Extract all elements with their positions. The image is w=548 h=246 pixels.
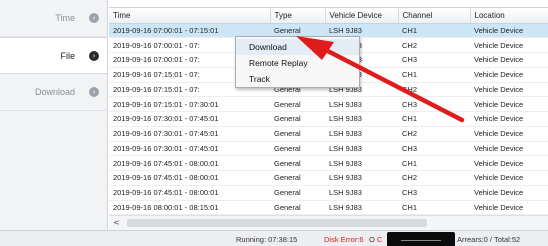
cell-time: 2019-09-16 08:00:01 - 08:15:01 (109, 200, 270, 215)
cell-location: Vehicle Device (470, 111, 548, 127)
cell-type: General (270, 96, 325, 112)
cell-location: Vehicle Device (470, 185, 548, 201)
table-row[interactable]: 2019-09-16 07:15:01 - 07:30:01 General LSH… (109, 96, 548, 112)
cell-type: General (270, 185, 325, 201)
menu-item-track[interactable]: Track (236, 71, 359, 87)
cell-channel: CH2 (398, 82, 470, 98)
table-row[interactable]: 2019-09-16 07:45:01 - 08:00:01 General LSH… (109, 155, 548, 171)
cell-time: 2019-09-16 07:15:01 - 07:30:01 (109, 96, 270, 112)
table-row[interactable]: 2019-09-16 07:45:01 - 08:00:01 General LSH… (109, 185, 548, 201)
cell-type: General (270, 155, 325, 171)
status-bar: Running: 07:38:15 Disk Error:6 O C Arrea… (0, 230, 548, 246)
table-row[interactable]: 2019-09-16 07:30:01 - 07:45:01 General LSH… (109, 141, 548, 157)
status-arrears-total: Arrears:0 / Total:52 (457, 235, 521, 244)
sidebar-item-label: Time (55, 13, 75, 23)
cell-location: Vehicle Device (470, 82, 548, 98)
cell-vehicle-device: LSH 9J83 (325, 96, 398, 112)
column-header-vehicle-device[interactable]: Vehicle Device (325, 8, 399, 24)
table-row[interactable]: 2019-09-16 07:30:01 - 07:45:01 General LSH… (109, 126, 548, 142)
sidebar-item-time[interactable]: Time › (0, 0, 107, 37)
cell-vehicle-device: LSH 9J83 (325, 126, 398, 142)
status-o-label: O (369, 235, 375, 244)
scrollbar-thumb[interactable] (127, 219, 427, 227)
chevron-right-circle-icon: › (89, 50, 99, 61)
cell-channel: CH1 (398, 200, 470, 215)
status-indicator-box (387, 232, 455, 246)
column-header-time[interactable]: Time (109, 8, 271, 24)
cell-location: Vehicle Device (470, 155, 548, 171)
cell-location: Vehicle Device (470, 37, 548, 53)
table-row[interactable]: 2019-09-16 08:00:01 - 08:15:01 General LSH… (109, 200, 548, 215)
sidebar-item-download[interactable]: Download › (0, 74, 107, 111)
cell-vehicle-device: LSH 9J83 (325, 141, 398, 157)
table-row[interactable]: 2019-09-16 07:30:01 - 07:45:01 General LSH… (109, 111, 548, 127)
cell-location: Vehicle Device (470, 200, 548, 215)
cell-type: General (270, 126, 325, 142)
table-row[interactable]: 2019-09-16 07:45:01 - 08:00:01 General LSH… (109, 170, 548, 186)
cell-vehicle-device: LSH 9J83 (325, 111, 398, 127)
cell-type: General (270, 111, 325, 127)
cell-time: 2019-09-16 07:45:01 - 08:00:01 (109, 155, 270, 171)
column-header-location[interactable]: Location (470, 8, 548, 24)
cell-type: General (270, 170, 325, 186)
cell-type: General (270, 141, 325, 157)
cell-vehicle-device: LSH 9J83 (325, 170, 398, 186)
cell-channel: CH3 (398, 52, 470, 68)
column-header-channel[interactable]: Channel (398, 8, 471, 24)
sidebar-item-file[interactable]: File › (0, 37, 107, 74)
cell-vehicle-device: LSH 9J83 (325, 200, 398, 215)
chevron-right-circle-icon: › (89, 13, 99, 23)
cell-vehicle-device: LSH 9J83 (325, 155, 398, 171)
cell-type: General (270, 200, 325, 215)
cell-location: Vehicle Device (470, 141, 548, 157)
chevron-right-circle-icon: › (89, 87, 99, 97)
cell-time: 2019-09-16 07:30:01 - 07:45:01 (109, 141, 270, 157)
scroll-left-arrow-icon[interactable]: < (113, 216, 123, 230)
cell-channel: CH3 (398, 185, 470, 201)
status-running-time: Running: 07:38:15 (236, 235, 298, 244)
cell-channel: CH1 (398, 67, 470, 83)
context-menu: Download Remote Replay Track (235, 36, 360, 88)
cell-channel: CH2 (398, 170, 470, 186)
menu-item-remote-replay[interactable]: Remote Replay (236, 55, 359, 71)
cell-location: Vehicle Device (470, 67, 548, 83)
horizontal-scrollbar[interactable]: < (109, 215, 548, 230)
cell-location: Vehicle Device (470, 96, 548, 112)
cell-vehicle-device: LSH 9J83 (325, 185, 398, 201)
cell-channel: CH3 (398, 141, 470, 157)
cell-time: 2019-09-16 07:30:01 - 07:45:01 (109, 126, 270, 142)
cell-time: 2019-09-16 07:45:01 - 08:00:01 (109, 185, 270, 201)
cell-channel: CH1 (398, 23, 470, 39)
cell-channel: CH2 (398, 37, 470, 53)
cell-channel: CH1 (398, 111, 470, 127)
cell-location: Vehicle Device (470, 126, 548, 142)
cell-time: 2019-09-16 07:45:01 - 08:00:01 (109, 170, 270, 186)
cell-channel: CH1 (398, 155, 470, 171)
cell-time: 2019-09-16 07:30:01 - 07:45:01 (109, 111, 270, 127)
left-sidebar: Time › File › Download › (0, 0, 108, 230)
cell-location: Vehicle Device (470, 52, 548, 68)
sidebar-item-label: Download (34, 87, 75, 97)
sidebar-item-label: File (60, 50, 75, 61)
menu-item-download[interactable]: Download (236, 39, 359, 55)
cell-location: Vehicle Device (470, 23, 548, 39)
cell-channel: CH2 (398, 126, 470, 142)
column-header-type[interactable]: Type (270, 8, 326, 24)
status-disk-error: Disk Error:6 (324, 235, 364, 244)
cell-location: Vehicle Device (470, 170, 548, 186)
table-header-row: Time Type Vehicle Device Channel Locatio… (109, 8, 548, 24)
cell-channel: CH3 (398, 96, 470, 112)
status-o-error: C (377, 235, 383, 244)
